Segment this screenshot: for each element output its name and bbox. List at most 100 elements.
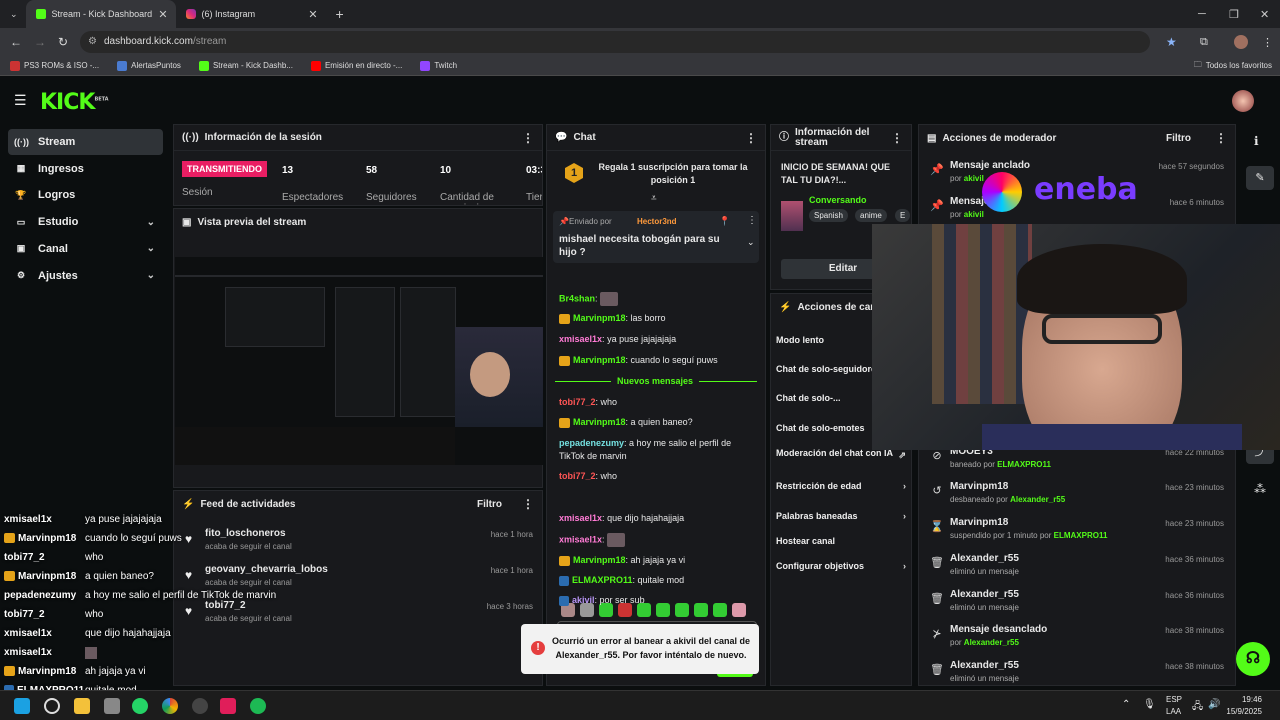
network-icon[interactable]: 🖧 [1192,699,1203,716]
extensions-icon[interactable]: ⧉ [1200,36,1208,49]
sidebar-item-ajustes[interactable]: ⚙ Ajustes ⌄ [8,263,163,289]
whatsapp-icon[interactable] [132,698,148,714]
chat-username[interactable]: tobi77_2 [559,397,596,407]
mod-action-user[interactable]: akivil [964,210,984,219]
search-icon[interactable] [44,698,60,714]
chevron-down-icon[interactable]: ⌄ [147,243,155,254]
stream-preview-video[interactable] [175,257,543,465]
forward-icon[interactable]: → [34,35,46,49]
chat-username[interactable]: tobi77_2 [559,471,596,481]
category-label[interactable]: Conversando [809,195,867,205]
chat-message[interactable]: xmisael1x: ya puse jajajajaja [559,333,754,346]
new-tab-icon[interactable]: + [336,6,344,22]
sidebar-item-stream[interactable]: ((·)) Stream [8,129,163,155]
app-icon[interactable] [104,698,120,714]
volume-icon[interactable]: 🔊 [1208,699,1220,710]
clock-time[interactable]: 19:46 [1232,695,1262,704]
kebab-menu-icon[interactable]: ⋮ [522,131,534,145]
bookmark-twitch[interactable]: Twitch [420,60,457,71]
slack-icon[interactable] [220,698,236,714]
mod-action-title[interactable]: Alexander_r55 [950,660,1019,671]
chat-message[interactable]: xmisael1x: [559,533,754,547]
tab-kick-dashboard[interactable]: Stream - Kick Dashboard ✕ [25,0,176,28]
close-window-icon[interactable]: ✕ [1260,8,1269,21]
mod-action-title[interactable]: Marvinpm18 [950,517,1008,528]
obs-icon[interactable] [192,698,208,714]
close-tab-icon[interactable]: ✕ [308,8,317,21]
back-icon[interactable]: ← [10,35,22,49]
chat-message[interactable]: xmisael1x: que dijo hajahajjaja [559,512,754,525]
mod-filter-button[interactable]: Filtro [1166,133,1191,144]
kebab-menu-icon[interactable]: ⋮ [1215,131,1227,145]
edit-rail-icon[interactable]: ✎ [1246,166,1274,190]
minimize-icon[interactable]: ─ [1198,8,1206,20]
browser-menu-icon[interactable]: ⋮ [1262,36,1273,49]
chrome-icon[interactable] [162,698,178,714]
scroll-down-icon[interactable]: ⩡ [651,193,657,204]
close-tab-icon[interactable]: ✕ [158,8,167,21]
chat-message[interactable]: Marvinpm18: a quien baneo? [559,416,754,429]
chat-message[interactable]: tobi77_2: who [559,396,754,409]
bookmark-star-icon[interactable]: ★ [1166,35,1177,49]
chat-username[interactable]: akivil [572,595,595,605]
chat-username[interactable]: Marvinpm18 [573,355,626,365]
chat-message[interactable]: ELMAXPRO11: quitale mod [559,574,754,587]
bookmark-alertas[interactable]: AlertasPuntos [117,60,181,71]
chat-username[interactable]: xmisael1x [559,334,602,344]
hamburger-menu-icon[interactable]: ☰ [14,92,27,109]
mod-action-user[interactable]: ELMAXPRO11 [997,460,1051,469]
mod-action-title[interactable]: Mensaje desanclado [950,624,1047,635]
tab-instagram[interactable]: (6) Instagram ✕ [176,0,326,28]
chat-username[interactable]: Marvinpm18 [573,313,626,323]
feed-filter-button[interactable]: Filtro [477,499,502,510]
error-toast[interactable]: ! Ocurrió un error al banear a akivil de… [521,624,759,674]
chat-username[interactable]: xmisael1x [559,534,602,544]
info-rail-icon[interactable]: ℹ [1254,134,1259,148]
kebab-menu-icon[interactable]: ⋮ [745,131,757,145]
chat-message[interactable]: Marvinpm18: cuando lo seguí puws [559,354,754,367]
tab-list-chevron-icon[interactable]: ⌄ [10,9,18,20]
chat-message[interactable]: Marvinpm18: las borro [559,312,754,325]
chat-username[interactable]: pepadenezumy [559,438,624,448]
channel-action-item[interactable]: Restricción de edad › [776,481,906,491]
mod-action-title[interactable]: Alexander_r55 [950,589,1019,600]
tray-chevron-icon[interactable]: ⌃ [1122,699,1130,710]
chat-username[interactable]: xmisael1x [559,513,602,523]
lang-indicator[interactable]: ESP [1166,695,1182,704]
reload-icon[interactable]: ↻ [58,35,68,49]
chat-username[interactable]: Br4shan [559,293,595,303]
tag-spanish[interactable]: Spanish [809,209,848,222]
chat-message[interactable]: Br4shan: [559,292,754,306]
profile-avatar[interactable] [1234,35,1248,49]
chevron-down-icon[interactable]: ⌄ [147,270,155,281]
chat-username[interactable]: Marvinpm18 [573,555,626,565]
user-avatar[interactable] [1232,90,1254,112]
mod-action-user[interactable]: ELMAXPRO11 [1054,531,1108,540]
maximize-icon[interactable]: ❐ [1229,8,1239,21]
bookmark-kick[interactable]: Stream - Kick Dashb... [198,60,293,71]
spotify-icon[interactable] [250,698,266,714]
sidebar-item-canal[interactable]: ▣ Canal ⌄ [8,236,163,262]
mic-icon[interactable]: 🎙 [1143,699,1156,710]
url-bar[interactable]: ⚙ dashboard.kick.com/stream [80,31,1150,53]
mod-action-title[interactable]: Alexander_r55 [950,553,1019,564]
bookmark-youtube[interactable]: Emisión en directo -... [310,60,402,71]
feed-user[interactable]: geovany_chevarria_lobos [205,564,328,575]
apps-rail-icon[interactable]: ⁂ [1254,482,1266,496]
chat-username[interactable]: ELMAXPRO11 [572,575,633,585]
kebab-menu-icon[interactable]: ⋮ [891,132,903,144]
mod-action-user[interactable]: Alexander_r55 [1010,495,1065,504]
kick-logo[interactable]: KICKBETA [40,90,109,115]
expand-chevron-icon[interactable]: ⌄ [747,237,755,248]
sidebar-item-ingresos[interactable]: ▦ Ingresos [8,156,163,182]
start-icon[interactable] [14,698,30,714]
chat-message[interactable]: pepadenezumy: a hoy me salio el perfil d… [559,437,754,463]
channel-action-item[interactable]: Hostear canal [776,536,906,546]
mod-action-user[interactable]: akivil [964,174,984,183]
all-bookmarks[interactable]: 🗀 Todos los favoritos [1194,59,1272,73]
chat-message[interactable]: tobi77_2: who [559,470,754,483]
pinned-kebab-icon[interactable]: ⋮ [747,215,757,226]
category-thumbnail[interactable] [781,201,803,231]
sidebar-item-logros[interactable]: 🏆 Logros [8,182,163,208]
feed-user[interactable]: tobi77_2 [205,600,246,611]
